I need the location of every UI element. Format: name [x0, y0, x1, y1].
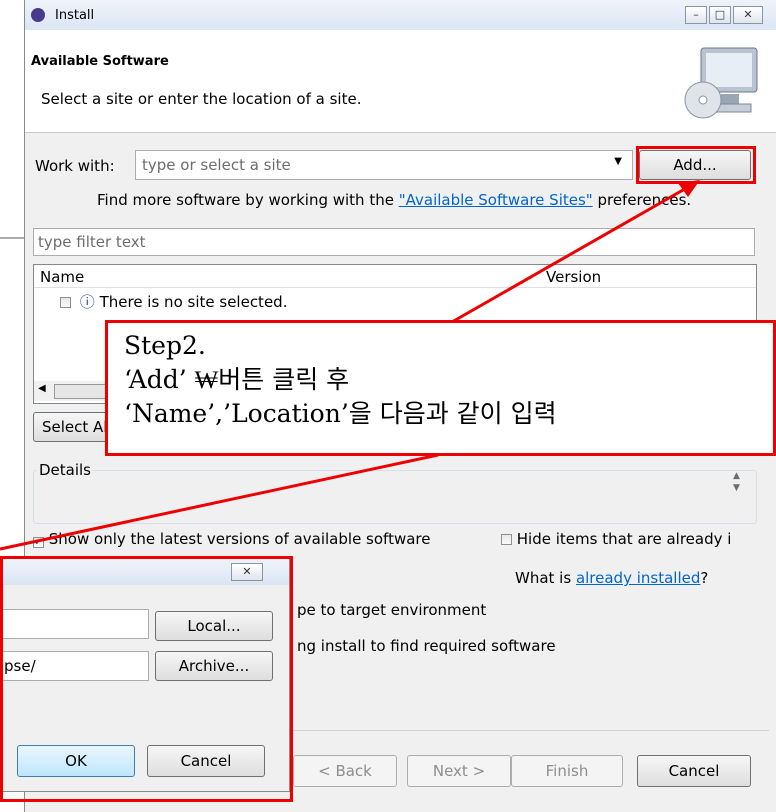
arrow-to-add-line	[451, 184, 691, 324]
step2-callout: Step2. ‘Add’ ₩버튼 클릭 후 ‘Name’,’Location’을 다…	[105, 320, 776, 456]
arrow-to-dialog-line	[0, 453, 439, 551]
callout-line-3: ‘Name’,’Location’을 다음과 같이 입력	[124, 399, 557, 428]
add-highlight-box	[636, 146, 756, 184]
callout-line-2: ‘Add’ ₩버튼 클릭 후	[124, 365, 350, 394]
callout-line-1: Step2.	[124, 331, 206, 360]
dialog-highlight-box	[0, 556, 293, 802]
